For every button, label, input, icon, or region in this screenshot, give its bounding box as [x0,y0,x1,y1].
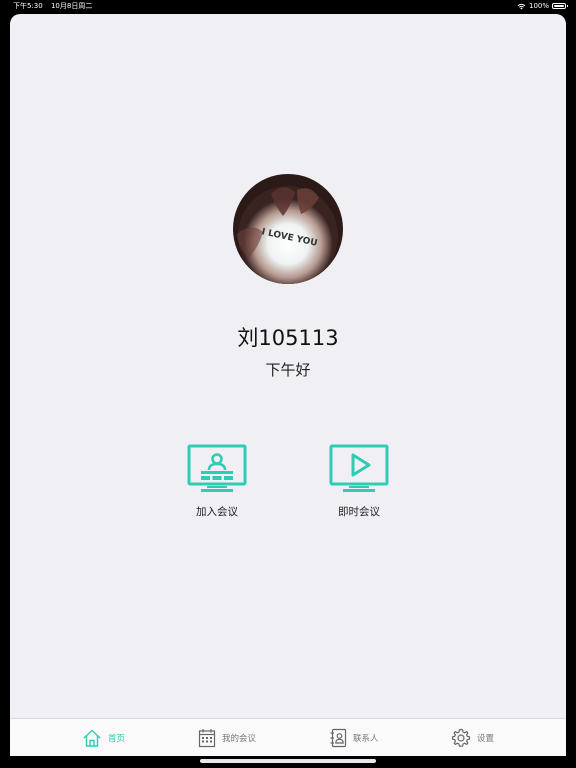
join-meeting-icon [187,444,247,492]
user-avatar[interactable]: I LOVE YOU [233,174,343,284]
tab-my-meetings[interactable]: 我的会议 [198,719,256,756]
settings-icon [451,728,471,747]
instant-meeting-icon [329,444,389,492]
instant-meeting-button[interactable]: 即时会议 [309,444,409,519]
main-screen: I LOVE YOU 刘105113 下午好 加入会议 即时会议 首页 我的会议… [10,14,566,756]
status-bar: 下午5:30 10月8日周二 100% [0,0,576,12]
battery-icon [552,3,568,9]
join-meeting-button[interactable]: 加入会议 [167,444,267,519]
tab-settings-label: 设置 [477,733,495,744]
tab-home-label: 首页 [108,733,126,744]
tab-bar: 首页 我的会议 联系人 设置 [10,718,566,756]
home-indicator[interactable] [200,759,376,763]
tab-settings[interactable]: 设置 [451,719,494,756]
tab-home[interactable]: 首页 [82,719,125,756]
contacts-icon [330,728,347,747]
calendar-icon [198,728,216,747]
status-time: 下午5:30 [13,2,43,10]
join-meeting-label: 加入会议 [196,506,238,518]
tab-contacts-label: 联系人 [353,733,379,744]
user-name: 刘105113 [237,326,339,350]
avatar-photo: I LOVE YOU [233,174,343,284]
home-icon [83,729,101,747]
status-date: 10月8日周二 [50,2,93,10]
battery-percent: 100% [528,2,549,10]
status-right: 100% [517,0,568,12]
greeting-text: 下午好 [265,361,311,379]
status-left: 下午5:30 10月8日周二 [13,0,98,12]
wifi-icon [517,3,526,9]
tab-my-meetings-label: 我的会议 [222,733,257,744]
tab-contacts[interactable]: 联系人 [330,719,379,756]
instant-meeting-label: 即时会议 [338,506,380,518]
